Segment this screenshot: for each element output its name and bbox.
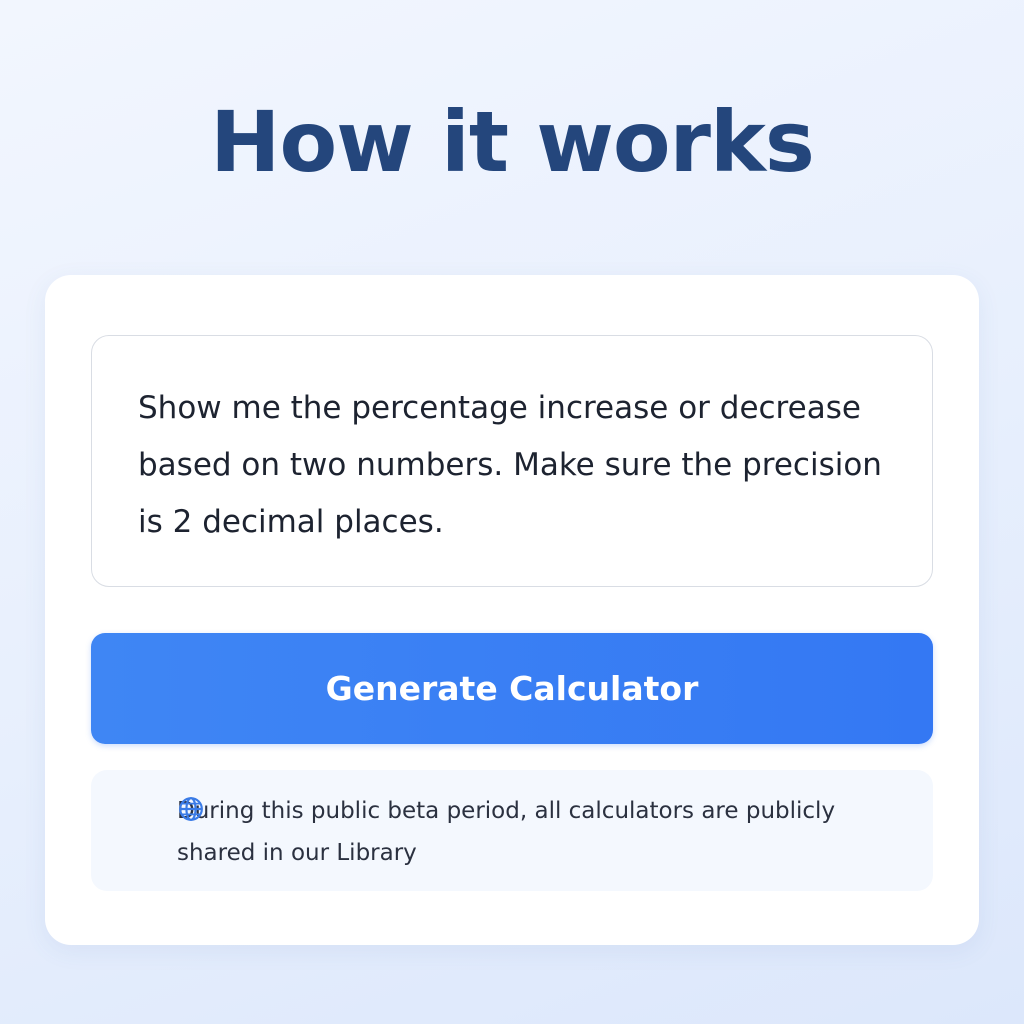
prompt-text: Show me the percentage increase or decre… bbox=[138, 390, 882, 540]
beta-notice-text: During this public beta period, all calc… bbox=[177, 798, 836, 866]
globe-icon bbox=[179, 797, 203, 821]
main-card: Show me the percentage increase or decre… bbox=[45, 275, 979, 945]
beta-notice: During this public beta period, all calc… bbox=[91, 770, 933, 891]
prompt-input[interactable]: Show me the percentage increase or decre… bbox=[91, 335, 933, 587]
generate-calculator-button[interactable]: Generate Calculator bbox=[91, 633, 933, 744]
page-title: How it works bbox=[210, 93, 815, 191]
